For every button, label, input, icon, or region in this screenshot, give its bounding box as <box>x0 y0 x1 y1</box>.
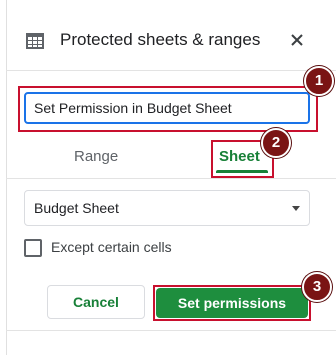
protected-ranges-panel: Protected sheets & ranges Set Permission… <box>0 0 336 355</box>
sheet-select-value: Budget Sheet <box>34 200 119 216</box>
set-permissions-button[interactable]: Set permissions <box>156 288 308 318</box>
description-input[interactable]: Set Permission in Budget Sheet <box>24 92 310 124</box>
sheet-select[interactable]: Budget Sheet <box>24 190 310 226</box>
step-badge-1: 1 <box>304 66 334 96</box>
except-cells-checkbox[interactable] <box>24 239 42 257</box>
step-badge-3: 3 <box>302 272 332 302</box>
step-badge-2: 2 <box>261 128 291 158</box>
tab-sheet[interactable]: Sheet <box>219 148 260 165</box>
tabs-divider <box>6 178 336 179</box>
dropdown-arrow-icon <box>292 206 300 211</box>
tab-sheet-underline <box>216 170 268 173</box>
table-icon <box>26 33 44 49</box>
except-cells-label: Except certain cells <box>51 239 172 255</box>
panel-title: Protected sheets & ranges <box>60 30 261 49</box>
close-icon[interactable] <box>290 33 304 47</box>
header-divider <box>6 70 336 71</box>
tab-range[interactable]: Range <box>74 148 118 165</box>
footer-divider <box>6 330 336 331</box>
cancel-button[interactable]: Cancel <box>47 285 145 319</box>
panel-header: Protected sheets & ranges <box>0 0 336 70</box>
